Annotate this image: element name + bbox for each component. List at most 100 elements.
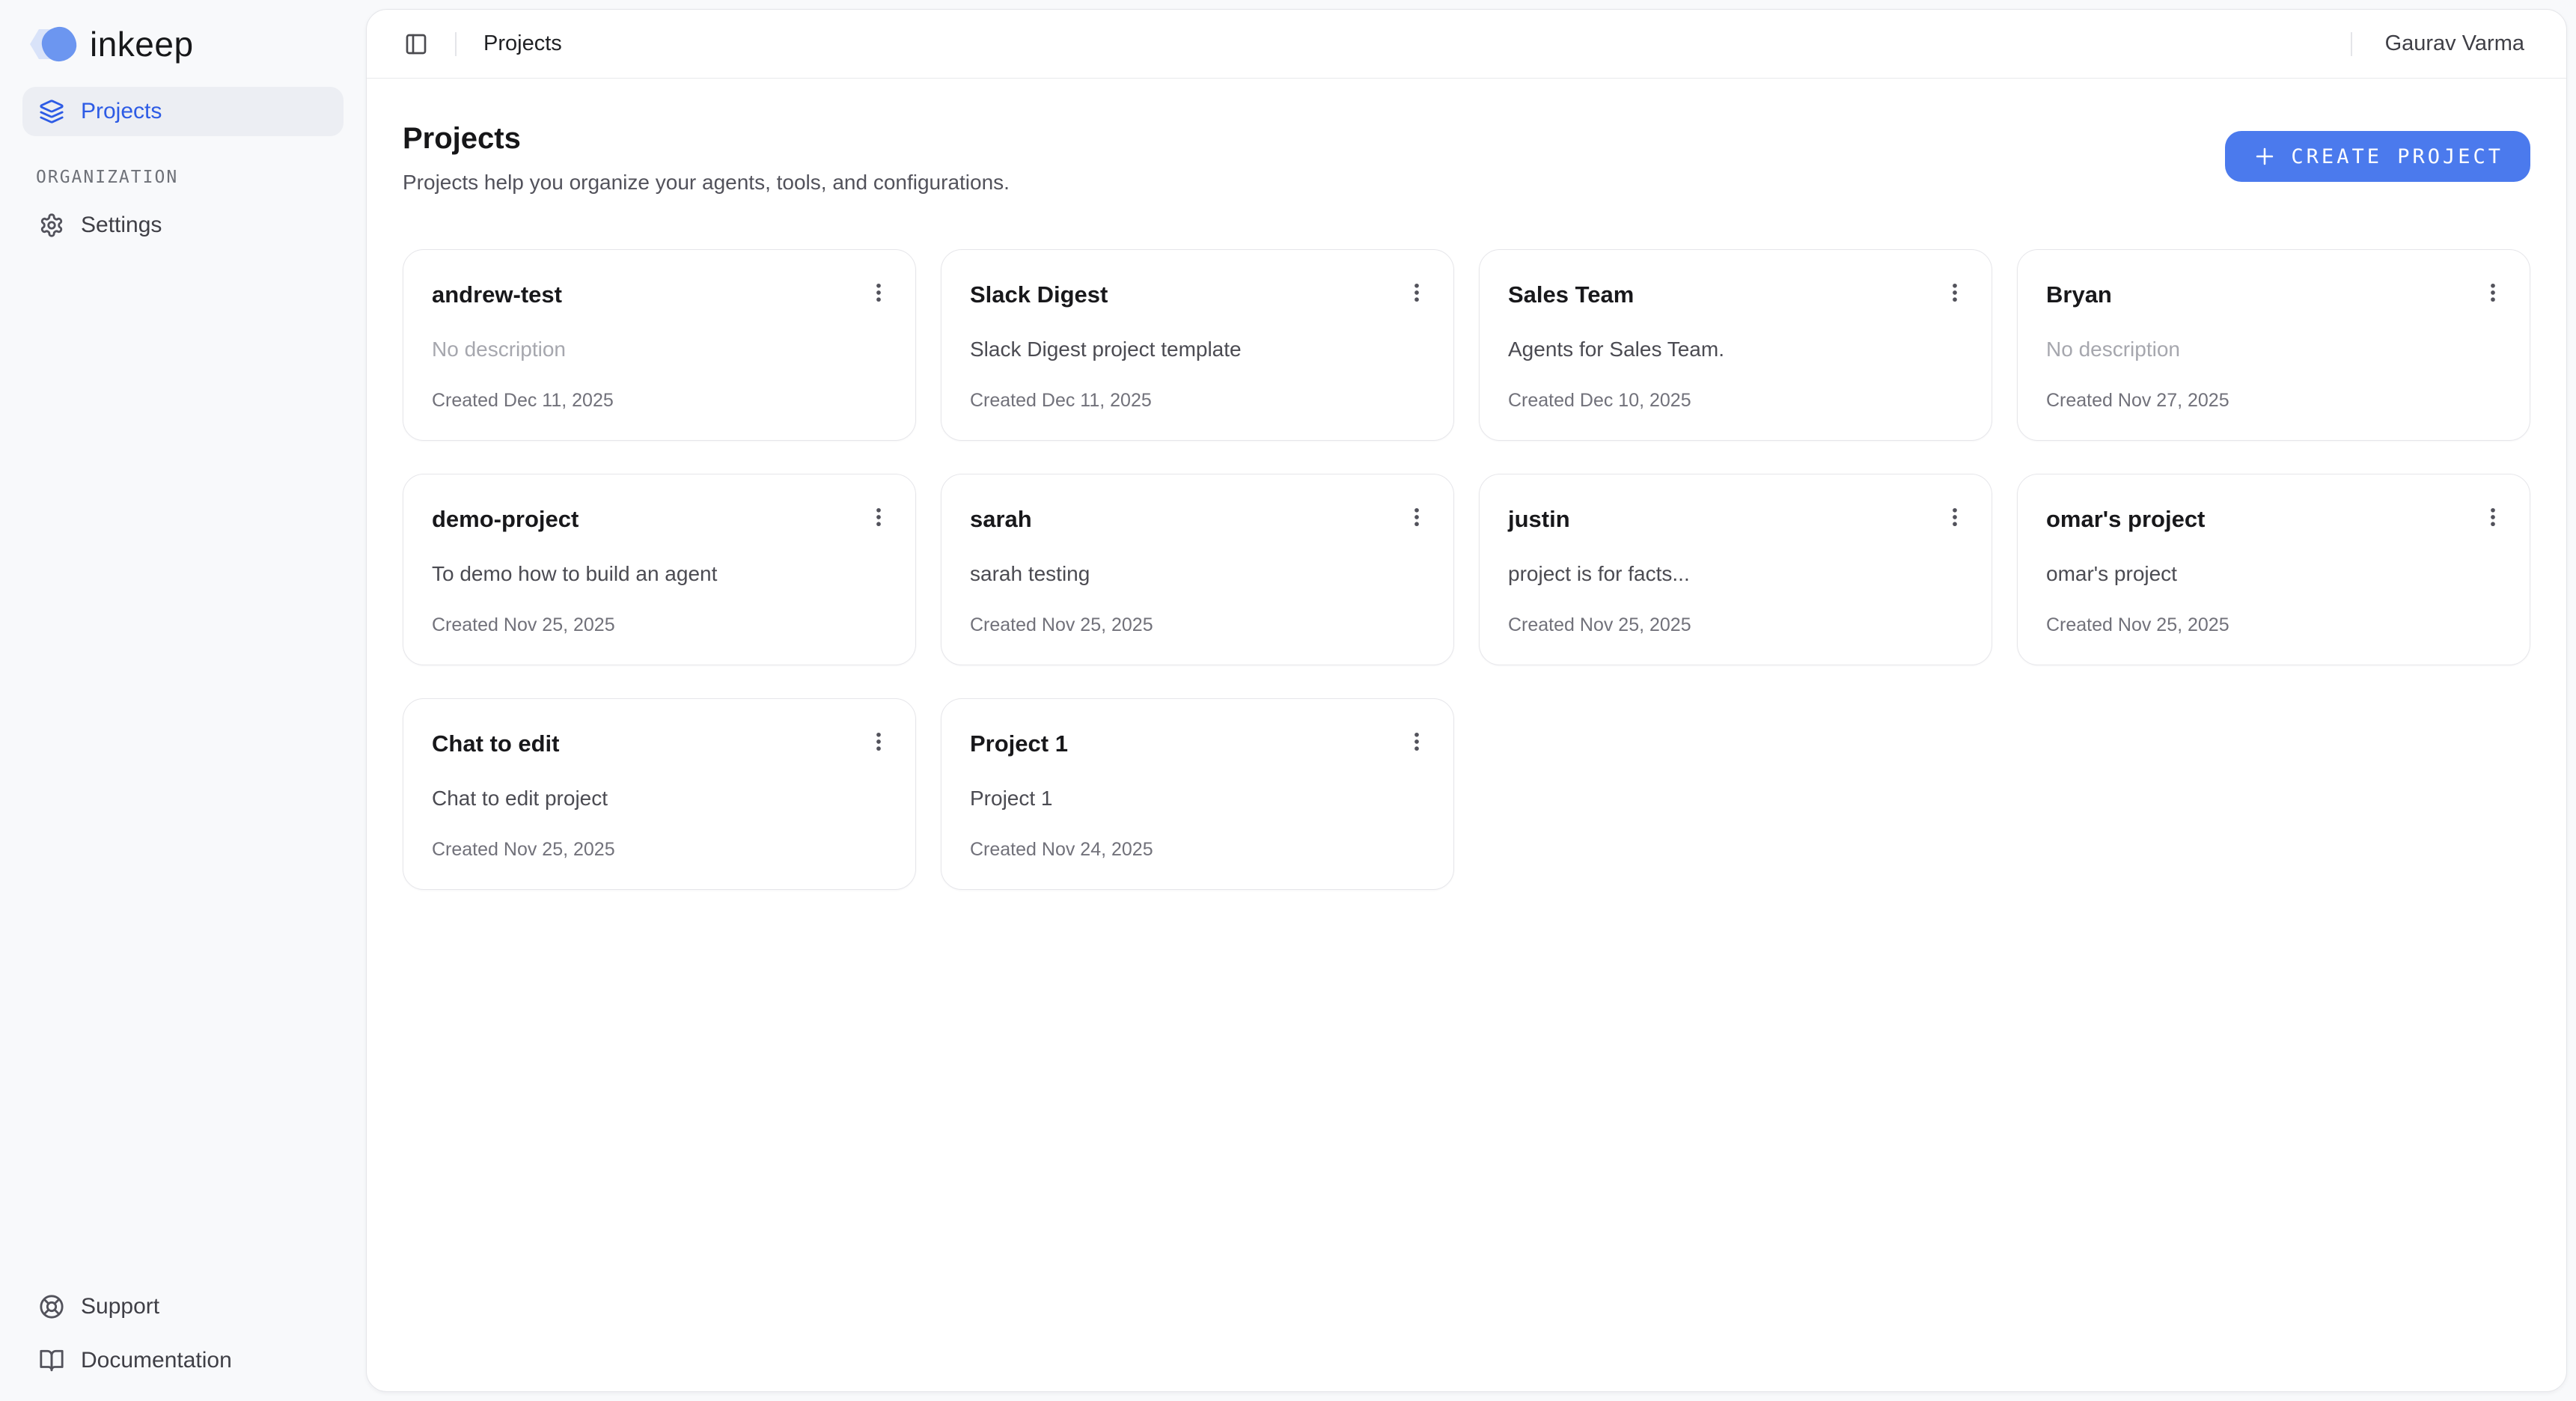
project-card[interactable]: omar's project omar's project Created No… <box>2017 474 2530 665</box>
brand-name: inkeep <box>90 24 194 64</box>
project-description: No description <box>2046 337 2501 362</box>
kebab-menu-icon <box>2480 504 2506 530</box>
project-menu-button[interactable] <box>1401 277 1432 308</box>
brand-logo: inkeep <box>0 0 366 84</box>
user-menu[interactable]: Gaurav Varma <box>2385 31 2524 56</box>
project-card-header: justin <box>1508 506 1963 533</box>
project-created-date: Created Dec 11, 2025 <box>970 366 1425 412</box>
top-bar-left: Projects <box>404 31 562 56</box>
project-created-date: Created Nov 25, 2025 <box>1508 590 1963 636</box>
kebab-menu-icon <box>1404 504 1429 530</box>
sidebar-item-label: Settings <box>81 213 162 238</box>
project-card[interactable]: Slack Digest Slack Digest project templa… <box>941 249 1454 441</box>
life-buoy-icon <box>39 1294 64 1319</box>
project-description: No description <box>432 337 887 362</box>
plus-icon <box>2252 144 2277 169</box>
page-title: Projects <box>403 120 1010 156</box>
project-name: omar's project <box>2046 506 2205 533</box>
project-menu-button[interactable] <box>2477 277 2509 308</box>
project-created-date: Created Nov 25, 2025 <box>432 590 887 636</box>
kebab-menu-icon <box>866 729 891 754</box>
page-content: Projects Projects help you organize your… <box>367 79 2566 1391</box>
project-name: Bryan <box>2046 281 2112 308</box>
project-created-date: Created Dec 11, 2025 <box>432 366 887 412</box>
project-card[interactable]: Bryan No description Created Nov 27, 202… <box>2017 249 2530 441</box>
project-created-date: Created Dec 10, 2025 <box>1508 366 1963 412</box>
project-name: Slack Digest <box>970 281 1108 308</box>
top-bar-right: Gaurav Varma <box>2351 31 2524 56</box>
project-card[interactable]: justin project is for facts... Created N… <box>1479 474 1992 665</box>
page-heading-group: Projects Projects help you organize your… <box>403 120 1010 195</box>
layers-icon <box>39 99 64 124</box>
sidebar-item-label: Documentation <box>81 1348 232 1373</box>
project-card[interactable]: andrew-test No description Created Dec 1… <box>403 249 916 441</box>
kebab-menu-icon <box>1404 280 1429 305</box>
project-menu-button[interactable] <box>863 726 894 757</box>
project-card-header: sarah <box>970 506 1425 533</box>
project-menu-button[interactable] <box>1401 726 1432 757</box>
sidebar-section-label: ORGANIZATION <box>0 136 366 198</box>
project-card[interactable]: demo-project To demo how to build an age… <box>403 474 916 665</box>
inkeep-logo-icon <box>30 27 76 61</box>
sidebar-footer: Support Documentation <box>0 1283 366 1401</box>
header-divider <box>455 32 457 56</box>
main-area: Projects Gaurav Varma Projects Projects … <box>366 0 2576 1401</box>
project-created-date: Created Nov 27, 2025 <box>2046 366 2501 412</box>
kebab-menu-icon <box>866 280 891 305</box>
project-created-date: Created Nov 25, 2025 <box>970 590 1425 636</box>
project-card-header: andrew-test <box>432 281 887 308</box>
page-subtitle: Projects help you organize your agents, … <box>403 170 1010 195</box>
create-project-label: CREATE PROJECT <box>2291 145 2503 168</box>
sidebar-item-settings[interactable]: Settings <box>22 201 344 250</box>
kebab-menu-icon <box>1942 280 1968 305</box>
project-card-header: Chat to edit <box>432 730 887 757</box>
sidebar-nav: Projects <box>0 84 366 136</box>
book-open-icon <box>39 1348 64 1373</box>
top-bar: Projects Gaurav Varma <box>367 10 2566 79</box>
project-menu-button[interactable] <box>863 501 894 533</box>
project-card[interactable]: sarah sarah testing Created Nov 25, 2025 <box>941 474 1454 665</box>
project-description: Slack Digest project template <box>970 337 1425 362</box>
page-header: Projects Projects help you organize your… <box>403 120 2530 195</box>
project-card-header: Slack Digest <box>970 281 1425 308</box>
sidebar-item-projects[interactable]: Projects <box>22 87 344 136</box>
project-description: project is for facts... <box>1508 561 1963 587</box>
app-root: inkeep Projects ORGANIZATION <box>0 0 2576 1401</box>
project-card[interactable]: Project 1 Project 1 Created Nov 24, 2025 <box>941 698 1454 890</box>
sidebar: inkeep Projects ORGANIZATION <box>0 0 366 1401</box>
project-name: Project 1 <box>970 730 1068 757</box>
project-card-header: Project 1 <box>970 730 1425 757</box>
create-project-button[interactable]: CREATE PROJECT <box>2225 131 2530 182</box>
project-name: Chat to edit <box>432 730 560 757</box>
sidebar-item-documentation[interactable]: Documentation <box>22 1337 344 1385</box>
project-menu-button[interactable] <box>1401 501 1432 533</box>
project-name: demo-project <box>432 506 579 533</box>
main-panel: Projects Gaurav Varma Projects Projects … <box>366 9 2567 1392</box>
project-card[interactable]: Chat to edit Chat to edit project Create… <box>403 698 916 890</box>
sidebar-item-support[interactable]: Support <box>22 1283 344 1331</box>
breadcrumb: Projects <box>483 31 562 56</box>
sidebar-item-label: Support <box>81 1294 159 1319</box>
project-menu-button[interactable] <box>1939 277 1971 308</box>
project-description: omar's project <box>2046 561 2501 587</box>
sidebar-toggle-button[interactable] <box>404 32 428 56</box>
project-card-header: Bryan <box>2046 281 2501 308</box>
sidebar-item-label: Projects <box>81 99 162 124</box>
kebab-menu-icon <box>866 504 891 530</box>
project-name: andrew-test <box>432 281 562 308</box>
project-menu-button[interactable] <box>1939 501 1971 533</box>
gear-icon <box>39 213 64 238</box>
project-name: Sales Team <box>1508 281 1634 308</box>
kebab-menu-icon <box>1942 504 1968 530</box>
sidebar-org-nav: Settings <box>0 198 366 250</box>
kebab-menu-icon <box>1404 729 1429 754</box>
project-menu-button[interactable] <box>2477 501 2509 533</box>
header-divider <box>2351 32 2352 56</box>
panel-left-icon <box>404 32 428 56</box>
project-description: Project 1 <box>970 786 1425 811</box>
project-card-header: demo-project <box>432 506 887 533</box>
project-name: sarah <box>970 506 1032 533</box>
project-menu-button[interactable] <box>863 277 894 308</box>
project-card[interactable]: Sales Team Agents for Sales Team. Create… <box>1479 249 1992 441</box>
project-description: Agents for Sales Team. <box>1508 337 1963 362</box>
